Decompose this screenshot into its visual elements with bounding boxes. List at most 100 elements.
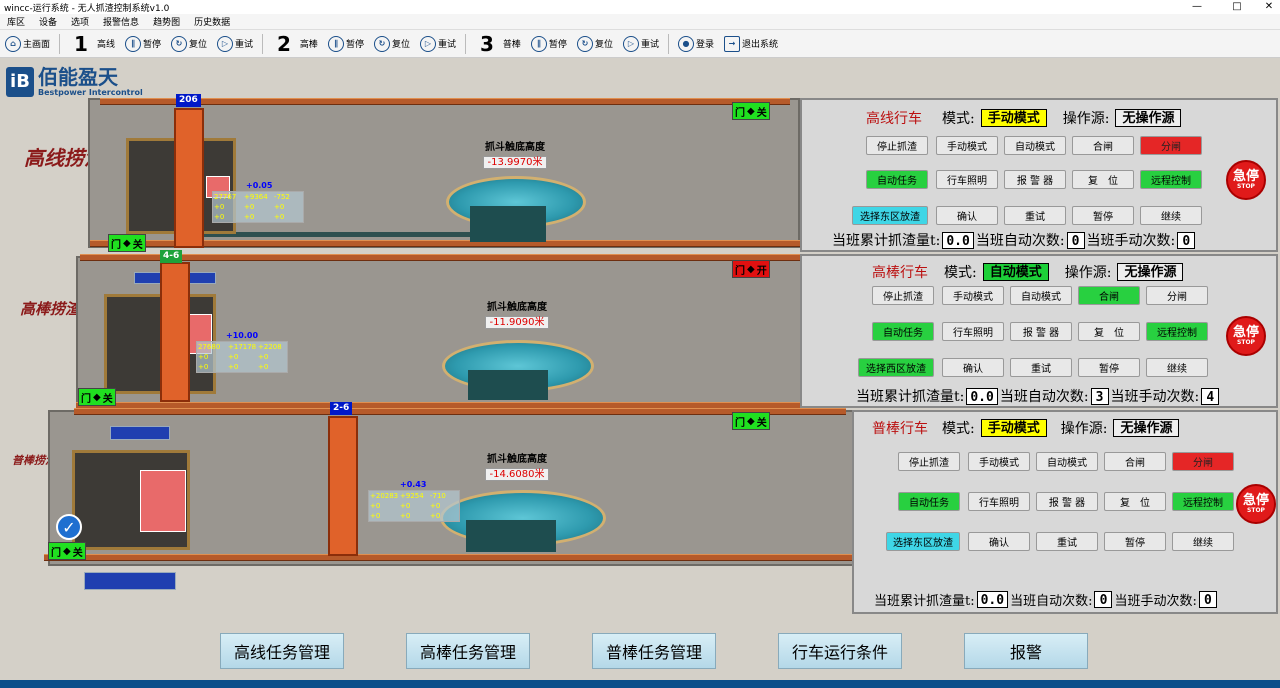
auto-mode-button[interactable]: 自动模式 [1004, 136, 1066, 155]
reset-icon: ↻ [576, 35, 593, 52]
manual-mode-button[interactable]: 手动模式 [936, 136, 998, 155]
emergency-stop-button[interactable]: 急停 STOP [1226, 316, 1266, 356]
open-switch-button[interactable]: 分闸 [1146, 286, 1208, 305]
remote-control-button[interactable]: 远程控制 [1140, 170, 1202, 189]
pause-button[interactable]: 暂停 [1072, 206, 1134, 225]
estop-label: 急停 [1232, 169, 1259, 184]
gaoxian-task-management-button[interactable]: 高线任务管理 [220, 633, 344, 669]
group-1-reset-button[interactable]: ↻ 复位 [166, 35, 212, 52]
door-left[interactable]: 门 ◆ 关 [48, 542, 86, 560]
group-3-pause-button[interactable]: ∥ 暂停 [526, 35, 572, 52]
pause-button[interactable]: 暂停 [1078, 358, 1140, 377]
crane-light-button[interactable]: 行车照明 [968, 492, 1030, 511]
reset-button[interactable]: 复 位 [1104, 492, 1166, 511]
group-1-pause-button[interactable]: ∥ 暂停 [120, 35, 166, 52]
home-button[interactable]: ⌂ 主画面 [0, 35, 55, 52]
crane-gaobang[interactable] [160, 262, 190, 402]
door-right[interactable]: 门 ◆ 开 [732, 260, 770, 278]
alarm-page-button[interactable]: 报警 [964, 633, 1088, 669]
total-value: 0.0 [976, 591, 1009, 608]
coord-cell: +0 [244, 213, 255, 221]
menu-item-alarm-info[interactable]: 报警信息 [96, 15, 146, 28]
crane-run-conditions-button[interactable]: 行车运行条件 [778, 633, 902, 669]
check-icon: ✓ [56, 514, 82, 540]
close-button[interactable]: ✕ [1258, 0, 1280, 14]
group-2-reset-button[interactable]: ↻ 复位 [369, 35, 415, 52]
select-discharge-zone-button[interactable]: 选择西区放渣 [858, 358, 934, 377]
door-left[interactable]: 门 ◆ 关 [108, 234, 146, 252]
group-3-retry-button[interactable]: ▷ 重试 [618, 35, 664, 52]
remote-control-button[interactable]: 远程控制 [1146, 322, 1208, 341]
menu-item-device[interactable]: 设备 [32, 15, 64, 28]
menu-item-history[interactable]: 历史数据 [187, 15, 237, 28]
logo-title: 佰能盈天 [38, 65, 118, 89]
group-2-pause-button[interactable]: ∥ 暂停 [323, 35, 369, 52]
door-lock-icon: ◆ [123, 237, 131, 249]
coord-cell: +17178 [228, 343, 257, 351]
open-switch-button[interactable]: 分闸 [1140, 136, 1202, 155]
grab-height-display: 抓斗触底高度 -13.9970米 [470, 138, 560, 169]
login-button[interactable]: ● 登录 [673, 35, 719, 52]
group-1-retry-button[interactable]: ▷ 重试 [212, 35, 258, 52]
mode-indicator: 手动模式 [980, 419, 1047, 437]
pubang-task-management-button[interactable]: 普棒任务管理 [592, 633, 716, 669]
door-right[interactable]: 门 ◆ 关 [732, 412, 770, 430]
confirm-button[interactable]: 确认 [942, 358, 1004, 377]
estop-label: 急停 [1232, 325, 1259, 340]
auto-mode-button[interactable]: 自动模式 [1036, 452, 1098, 471]
reset-label: 复位 [188, 40, 207, 50]
menu-item-trend[interactable]: 趋势图 [146, 15, 187, 28]
crane-light-button[interactable]: 行车照明 [936, 170, 998, 189]
remote-control-button[interactable]: 远程控制 [1172, 492, 1234, 511]
crane-gaoxian[interactable] [174, 108, 204, 248]
select-discharge-zone-button[interactable]: 选择东区放渣 [852, 206, 928, 225]
door-right[interactable]: 门 ◆ 关 [732, 102, 770, 120]
retry-button[interactable]: 重试 [1004, 206, 1066, 225]
emergency-stop-button[interactable]: 急停 STOP [1236, 484, 1276, 524]
main-area: iB 佰能盈天 Bestpower Intercontrol 高线捞渣 高棒捞渣… [0, 58, 1280, 680]
pause-button[interactable]: 暂停 [1104, 532, 1166, 551]
auto-mode-button[interactable]: 自动模式 [1010, 286, 1072, 305]
reset-button[interactable]: 复 位 [1072, 170, 1134, 189]
reset-button[interactable]: 复 位 [1078, 322, 1140, 341]
group-3-reset-button[interactable]: ↻ 复位 [572, 35, 618, 52]
continue-button[interactable]: 继续 [1146, 358, 1208, 377]
auto-task-button[interactable]: 自动任务 [898, 492, 960, 511]
retry-button[interactable]: 重试 [1036, 532, 1098, 551]
grab-height-label: 抓斗触底高度 [487, 454, 547, 465]
emergency-stop-button[interactable]: 急停 STOP [1226, 160, 1266, 200]
confirm-button[interactable]: 确认 [968, 532, 1030, 551]
continue-button[interactable]: 继续 [1140, 206, 1202, 225]
alarm-button[interactable]: 报 警 器 [1004, 170, 1066, 189]
manual-mode-button[interactable]: 手动模式 [968, 452, 1030, 471]
retry-button[interactable]: 重试 [1010, 358, 1072, 377]
group-2-retry-button[interactable]: ▷ 重试 [415, 35, 461, 52]
maximize-button[interactable]: □ [1226, 0, 1248, 14]
continue-button[interactable]: 继续 [1172, 532, 1234, 551]
crane-pubang[interactable] [328, 416, 358, 556]
auto-task-button[interactable]: 自动任务 [872, 322, 934, 341]
control-panel-pubang: 普棒行车 模式: 手动模式 操作源: 无操作源 停止抓渣 手动模式 自动模式 合… [852, 410, 1278, 614]
exit-button[interactable]: → 退出系统 [719, 35, 783, 52]
open-switch-button[interactable]: 分闸 [1172, 452, 1234, 471]
stop-grab-button[interactable]: 停止抓渣 [898, 452, 960, 471]
alarm-button[interactable]: 报 警 器 [1036, 492, 1098, 511]
coord-grid: 27680 +17178 +2208 +0 +0 +0 +0 +0 +0 [196, 341, 288, 373]
select-discharge-zone-button[interactable]: 选择东区放渣 [886, 532, 960, 551]
manual-mode-button[interactable]: 手动模式 [942, 286, 1004, 305]
close-switch-button[interactable]: 合闸 [1078, 286, 1140, 305]
menu-item-area[interactable]: 库区 [0, 15, 32, 28]
auto-task-button[interactable]: 自动任务 [866, 170, 928, 189]
close-switch-button[interactable]: 合闸 [1104, 452, 1166, 471]
stop-grab-button[interactable]: 停止抓渣 [872, 286, 934, 305]
confirm-button[interactable]: 确认 [936, 206, 998, 225]
close-switch-button[interactable]: 合闸 [1072, 136, 1134, 155]
door-left[interactable]: 门 ◆ 关 [78, 388, 116, 406]
minimize-button[interactable]: — [1186, 0, 1208, 14]
crane-light-button[interactable]: 行车照明 [942, 322, 1004, 341]
menu-item-options[interactable]: 选项 [64, 15, 96, 28]
retry-label: 重试 [234, 40, 253, 50]
gaobang-task-management-button[interactable]: 高棒任务管理 [406, 633, 530, 669]
stop-grab-button[interactable]: 停止抓渣 [866, 136, 928, 155]
alarm-button[interactable]: 报 警 器 [1010, 322, 1072, 341]
